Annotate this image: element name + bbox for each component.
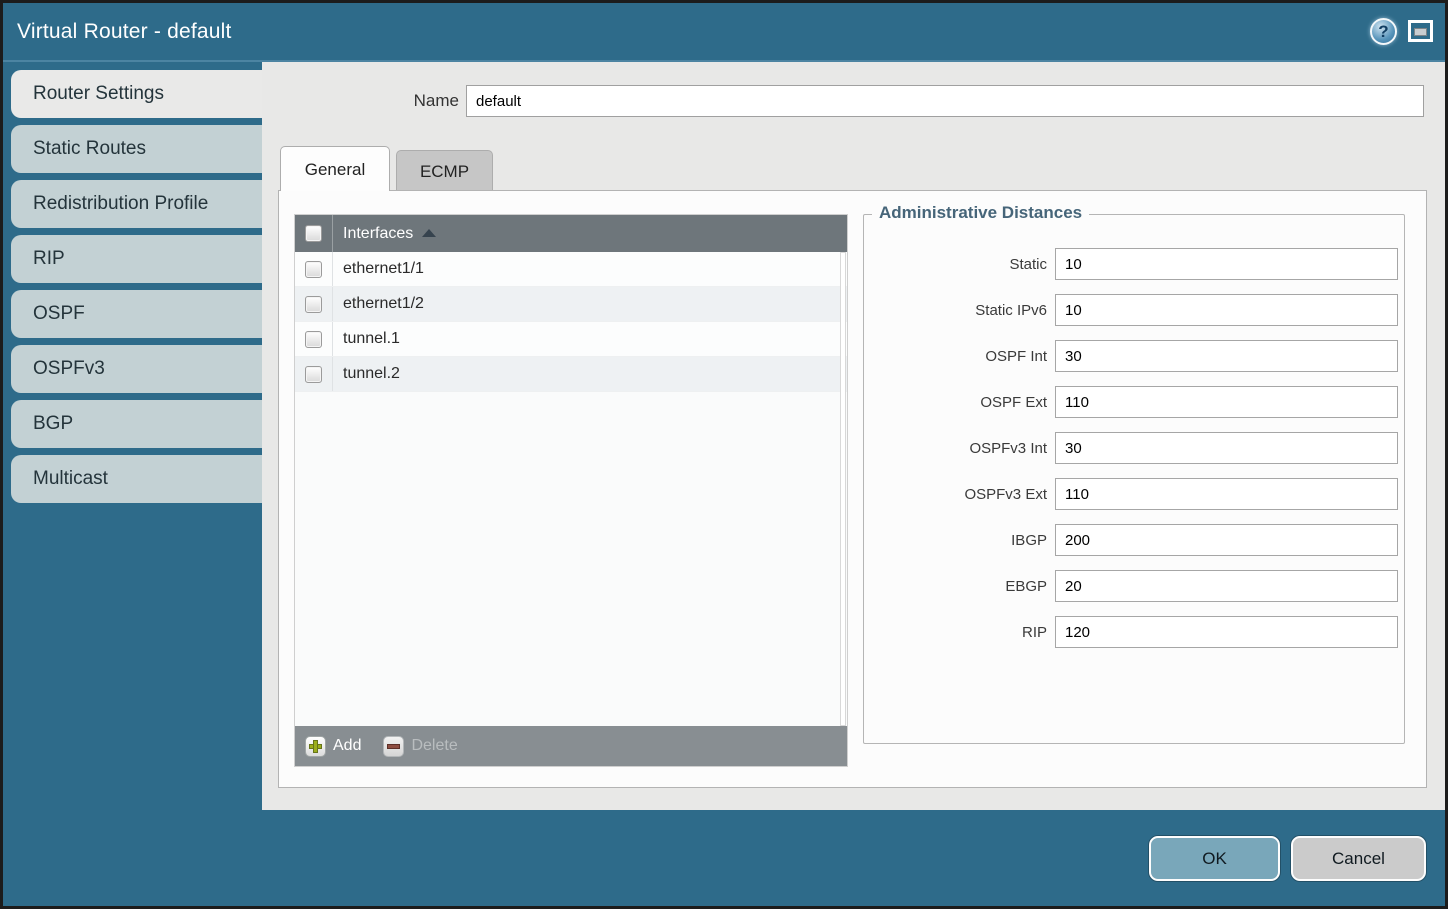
admin-distance-row: OSPF Ext (864, 386, 1404, 418)
delete-button-label: Delete (411, 737, 457, 755)
sidebar: Router Settings Static Routes Redistributi… (3, 62, 262, 906)
general-tab-panel: Interfaces ethernet1/1 ethernet1/2 tunnel.… (278, 190, 1427, 788)
table-row[interactable]: ethernet1/1 (295, 252, 847, 287)
help-icon[interactable]: ? (1370, 18, 1397, 45)
admin-distance-row: EBGP (864, 570, 1404, 602)
admin-distance-row: OSPFv3 Int (864, 432, 1404, 464)
field-input-ospf-int[interactable] (1055, 340, 1398, 372)
name-label: Name (262, 84, 459, 117)
cancel-button[interactable]: Cancel (1291, 836, 1426, 881)
row-checkbox-cell (295, 357, 333, 391)
field-label-ospfv3-ext: OSPFv3 Ext (864, 486, 1047, 503)
titlebar: Virtual Router - default ? (3, 3, 1445, 62)
field-label-ospf-int: OSPF Int (864, 348, 1047, 365)
admin-distance-row: IBGP (864, 524, 1404, 556)
add-button-label: Add (333, 737, 361, 755)
interface-name: tunnel.2 (333, 365, 400, 383)
admin-distance-row: Static (864, 248, 1404, 280)
interfaces-table: Interfaces ethernet1/1 ethernet1/2 tunnel.… (294, 214, 848, 767)
virtual-router-dialog: Virtual Router - default ? Router Settin… (0, 0, 1448, 909)
interface-name: ethernet1/2 (333, 295, 424, 313)
interface-name: ethernet1/1 (333, 260, 424, 278)
sidebar-item-static-routes[interactable]: Static Routes (11, 125, 262, 173)
field-label-rip: RIP (864, 624, 1047, 641)
interfaces-table-header: Interfaces (295, 215, 847, 252)
row-checkbox-cell (295, 322, 333, 356)
interface-name: tunnel.1 (333, 330, 400, 348)
table-row[interactable]: tunnel.2 (295, 357, 847, 392)
admin-distances-legend: Administrative Distances (872, 203, 1089, 223)
sidebar-item-ospfv3[interactable]: OSPFv3 (11, 345, 262, 393)
sidebar-item-redistribution-profile[interactable]: Redistribution Profile (11, 180, 262, 228)
field-label-ospfv3-int: OSPFv3 Int (864, 440, 1047, 457)
interfaces-table-body: ethernet1/1 ethernet1/2 tunnel.1 tunnel.2 (295, 252, 847, 726)
field-label-static: Static (864, 256, 1047, 273)
window-restore-icon[interactable] (1408, 20, 1433, 42)
field-input-ospfv3-int[interactable] (1055, 432, 1398, 464)
select-all-checkbox[interactable] (305, 225, 322, 242)
sidebar-item-router-settings[interactable]: Router Settings (11, 70, 262, 118)
admin-distance-row: OSPFv3 Ext (864, 478, 1404, 510)
sidebar-item-bgp[interactable]: BGP (11, 400, 262, 448)
delete-minus-icon (383, 736, 404, 757)
row-checkbox[interactable] (305, 366, 322, 383)
field-input-ebgp[interactable] (1055, 570, 1398, 602)
interfaces-table-toolbar: Add Delete (295, 726, 847, 766)
admin-distances-fieldset: Administrative Distances StaticStatic IP… (863, 214, 1405, 744)
row-checkbox-cell (295, 287, 333, 321)
field-input-ospfv3-ext[interactable] (1055, 478, 1398, 510)
add-plus-icon (305, 736, 326, 757)
admin-distance-row: Static IPv6 (864, 294, 1404, 326)
field-input-ospf-ext[interactable] (1055, 386, 1398, 418)
sidebar-item-multicast[interactable]: Multicast (11, 455, 262, 503)
interfaces-column-header[interactable]: Interfaces (333, 225, 436, 243)
ok-button[interactable]: OK (1149, 836, 1280, 881)
content-area: Name General ECMP Interfaces ethernet1/1… (262, 62, 1445, 810)
name-input[interactable] (466, 85, 1424, 117)
table-row[interactable]: tunnel.1 (295, 322, 847, 357)
tab-ecmp[interactable]: ECMP (396, 150, 493, 191)
delete-button[interactable]: Delete (383, 736, 457, 757)
admin-distance-row: RIP (864, 616, 1404, 648)
sidebar-item-ospf[interactable]: OSPF (11, 290, 262, 338)
table-row[interactable]: ethernet1/2 (295, 287, 847, 322)
field-input-static[interactable] (1055, 248, 1398, 280)
row-checkbox[interactable] (305, 261, 322, 278)
sidebar-item-rip[interactable]: RIP (11, 235, 262, 283)
admin-distances-fields: Static Static IPv6 OSPF Int OSPF Ext OSPFv3 … (864, 215, 1404, 648)
sort-ascending-icon (422, 229, 436, 237)
add-button[interactable]: Add (305, 736, 361, 757)
field-input-rip[interactable] (1055, 616, 1398, 648)
row-checkbox[interactable] (305, 331, 322, 348)
admin-distance-row: OSPF Int (864, 340, 1404, 372)
field-input-ibgp[interactable] (1055, 524, 1398, 556)
field-label-static-ipv6: Static IPv6 (864, 302, 1047, 319)
header-checkbox-cell (295, 215, 333, 252)
table-scrollbar[interactable] (840, 252, 846, 726)
dialog-title: Virtual Router - default (17, 3, 232, 60)
field-label-ospf-ext: OSPF Ext (864, 394, 1047, 411)
field-label-ebgp: EBGP (864, 578, 1047, 595)
row-checkbox-cell (295, 252, 333, 286)
field-label-ibgp: IBGP (864, 532, 1047, 549)
field-input-static-ipv6[interactable] (1055, 294, 1398, 326)
row-checkbox[interactable] (305, 296, 322, 313)
tab-general[interactable]: General (280, 146, 390, 191)
